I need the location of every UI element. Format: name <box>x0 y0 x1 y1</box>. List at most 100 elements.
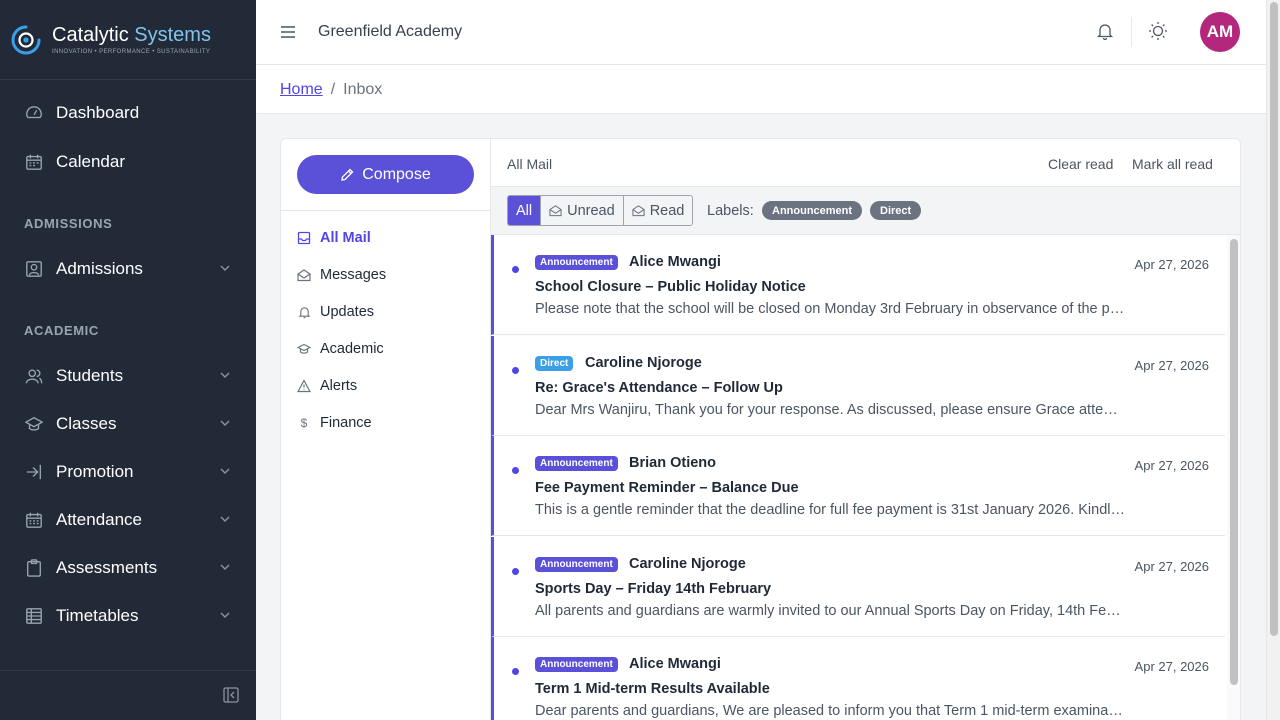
sidebar-item-promotion[interactable]: Promotion <box>0 452 256 492</box>
folder-academic[interactable]: Academic <box>297 337 477 361</box>
label-chip-direct[interactable]: Direct <box>870 201 922 220</box>
compose-label: Compose <box>362 165 431 183</box>
section-heading-admissions: ADMISSIONS <box>24 216 113 231</box>
breadcrumb: Home / Inbox <box>280 81 382 99</box>
folder-updates[interactable]: Updates <box>297 300 477 324</box>
theme-toggle-sun-icon[interactable] <box>1148 21 1168 41</box>
message-row[interactable]: Direct Caroline Njoroge Apr 27, 2026 Re:… <box>491 336 1225 436</box>
message-row[interactable]: Announcement Caroline Njoroge Apr 27, 20… <box>491 537 1225 637</box>
message-badge: Announcement <box>535 657 618 672</box>
message-preview: This is a gentle reminder that the deadl… <box>535 502 1125 518</box>
sidebar-item-timetables[interactable]: Timetables <box>0 596 256 636</box>
users-icon <box>24 366 44 386</box>
sidebar-item-classes[interactable]: Classes <box>0 404 256 444</box>
message-date: Apr 27, 2026 <box>1134 559 1209 574</box>
label-chip-announcement[interactable]: Announcement <box>762 201 863 220</box>
message-row[interactable]: Announcement Brian Otieno Apr 27, 2026 F… <box>491 436 1225 536</box>
graduation-cap-icon <box>297 342 311 356</box>
menu-icon[interactable] <box>280 24 296 40</box>
sidebar-item-label: Attendance <box>56 510 143 529</box>
breadcrumb-home-link[interactable]: Home <box>280 81 323 98</box>
chevron-down-icon <box>220 265 230 271</box>
sidebar-item-label: Calendar <box>56 152 125 171</box>
pencil-icon <box>341 168 354 181</box>
warning-icon <box>297 379 311 393</box>
mail-folders-panel: Compose All Mail Messages Updates Academ… <box>281 139 491 720</box>
sidebar-item-label: Dashboard <box>56 103 140 122</box>
table-icon <box>24 606 44 626</box>
envelope-open-icon <box>632 205 645 217</box>
school-name: Greenfield Academy <box>318 23 463 40</box>
avatar[interactable]: AM <box>1200 12 1240 52</box>
labels-caption: Labels: <box>707 203 754 219</box>
chevron-down-icon <box>220 612 230 618</box>
page-scrollbar-thumb[interactable] <box>1270 2 1278 636</box>
message-date: Apr 27, 2026 <box>1134 358 1209 373</box>
sidebar-item-label: Students <box>56 366 124 385</box>
bell-icon <box>297 305 311 319</box>
dollar-icon: $ <box>300 416 308 430</box>
calendar-grid-icon <box>24 510 44 530</box>
message-badge: Direct <box>535 356 574 371</box>
message-list: Announcement Alice Mwangi Apr 27, 2026 S… <box>491 235 1240 720</box>
message-sender: Caroline Njoroge <box>629 556 746 572</box>
compose-button[interactable]: Compose <box>297 155 474 194</box>
filter-all-label: All <box>516 202 533 219</box>
chevron-down-icon <box>220 564 230 570</box>
sidebar-item-calendar[interactable]: Calendar <box>0 142 256 182</box>
chevron-down-icon <box>220 420 230 426</box>
brand[interactable]: Catalytic Systems INNOVATION • PERFORMAN… <box>0 0 256 80</box>
filter-read-label: Read <box>649 202 685 219</box>
message-sender: Alice Mwangi <box>629 656 721 672</box>
sidebar-item-dashboard[interactable]: Dashboard <box>0 93 256 133</box>
chevron-down-icon <box>220 516 230 522</box>
sidebar-item-label: Timetables <box>56 606 139 625</box>
filter-all-button[interactable]: All <box>508 196 541 225</box>
collapse-sidebar-icon[interactable] <box>223 687 239 703</box>
filter-unread-button[interactable]: Unread <box>540 196 623 225</box>
sidebar-item-admissions[interactable]: Admissions <box>0 249 256 289</box>
folder-alerts[interactable]: Alerts <box>297 374 477 398</box>
mail-list-title: All Mail <box>507 156 553 172</box>
sidebar-item-label: Promotion <box>56 462 134 481</box>
sidebar-item-students[interactable]: Students <box>0 356 256 396</box>
page-scrollbar[interactable] <box>1266 0 1280 720</box>
message-date: Apr 27, 2026 <box>1134 458 1209 473</box>
message-date: Apr 27, 2026 <box>1134 257 1209 272</box>
message-subject: School Closure – Public Holiday Notice <box>535 279 806 295</box>
message-sender: Caroline Njoroge <box>585 355 702 371</box>
folder-messages[interactable]: Messages <box>297 263 477 287</box>
breadcrumb-bar: Home / Inbox <box>256 65 1266 114</box>
chevron-down-icon <box>220 372 230 378</box>
catalytic-logo-icon <box>11 25 41 54</box>
unread-dot <box>512 568 519 575</box>
unread-dot <box>512 668 519 675</box>
message-badge: Announcement <box>535 255 618 270</box>
message-preview: All parents and guardians are warmly inv… <box>535 603 1125 619</box>
graduation-cap-icon <box>24 414 44 434</box>
folder-all-mail[interactable]: All Mail <box>297 226 477 250</box>
message-row[interactable]: Announcement Alice Mwangi Apr 27, 2026 S… <box>491 235 1225 335</box>
message-badge: Announcement <box>535 456 618 471</box>
mark-all-read-button[interactable]: Mark all read <box>1132 156 1213 172</box>
folder-finance[interactable]: $ Finance <box>297 411 477 435</box>
clear-read-button[interactable]: Clear read <box>1048 156 1113 172</box>
sidebar-item-label: Assessments <box>56 558 158 577</box>
folder-label: Academic <box>320 341 384 357</box>
brand-name-part2: Systems <box>134 24 211 46</box>
bell-icon[interactable] <box>1096 22 1114 40</box>
message-subject: Fee Payment Reminder – Balance Due <box>535 480 799 496</box>
sidebar-item-attendance[interactable]: Attendance <box>0 500 256 540</box>
folder-label: Alerts <box>320 378 358 394</box>
message-list-scrollbar[interactable] <box>1227 235 1240 720</box>
envelope-icon <box>549 205 562 217</box>
arrow-right-bracket-icon <box>24 462 44 482</box>
message-row[interactable]: Announcement Alice Mwangi Apr 27, 2026 T… <box>491 637 1225 720</box>
folder-label: Messages <box>320 267 387 283</box>
filter-read-button[interactable]: Read <box>622 196 693 225</box>
sidebar-item-assessments[interactable]: Assessments <box>0 548 256 588</box>
sidebar-item-label: Classes <box>56 414 117 433</box>
folder-label: Finance <box>320 415 372 431</box>
message-list-scrollbar-thumb[interactable] <box>1230 239 1238 685</box>
breadcrumb-separator: / <box>330 81 336 98</box>
